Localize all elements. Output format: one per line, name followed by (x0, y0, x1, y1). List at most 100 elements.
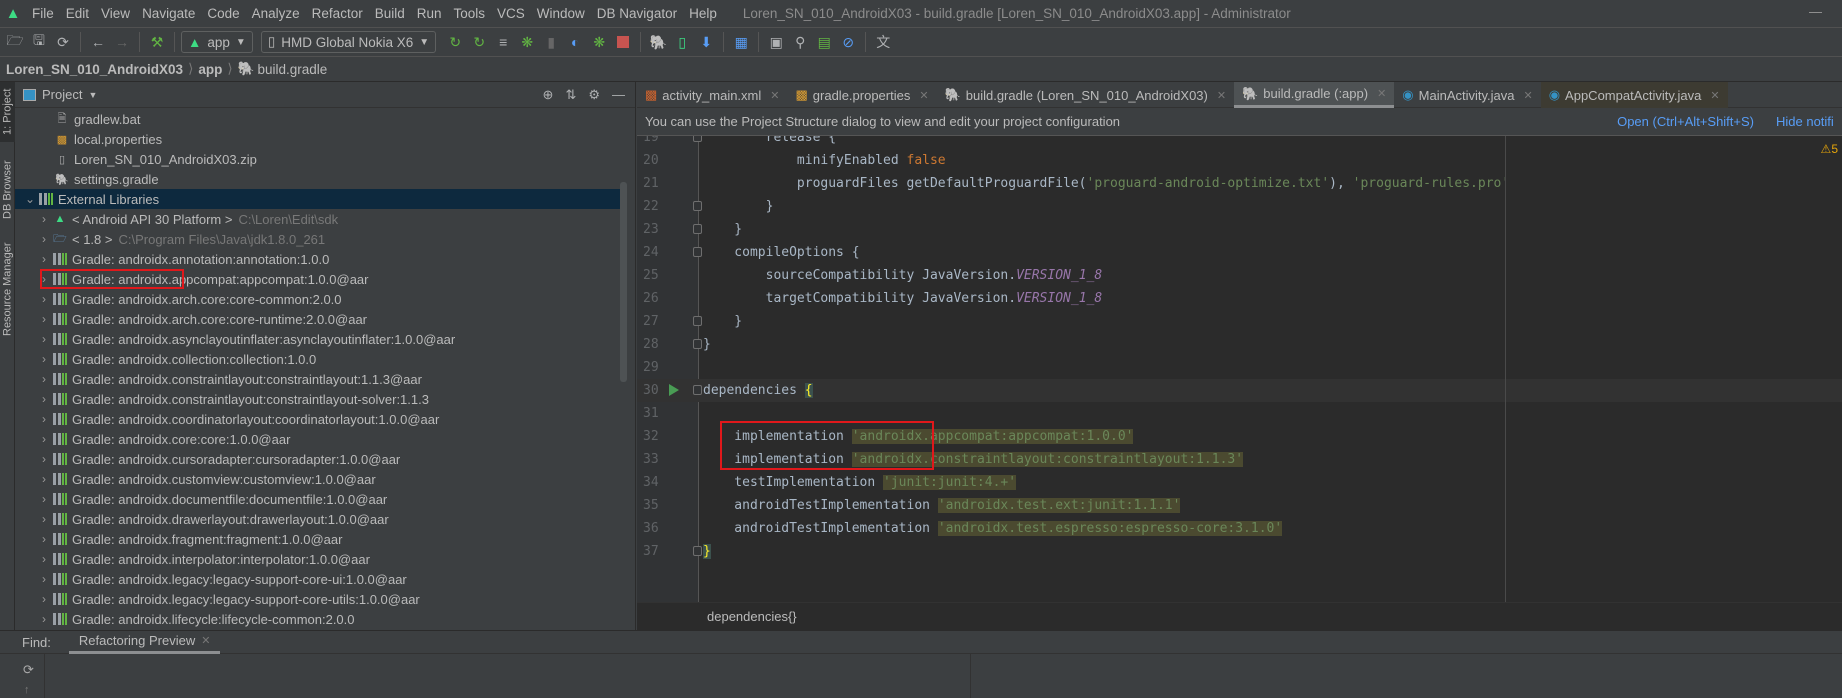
editor-tab[interactable]: 🐘 build.gradle (Loren_SN_010_AndroidX03) ✕ (937, 82, 1235, 108)
tree-item[interactable]: › Gradle: androidx.arch.core:core-runtime… (15, 309, 621, 329)
chevron-right-icon[interactable]: › (37, 512, 51, 526)
tree-item[interactable]: › Gradle: androidx.fragment:fragment:1.0.… (15, 529, 621, 549)
tree-item[interactable]: › Gradle: androidx.appcompat:appcompat:1.… (15, 269, 621, 289)
editor-tab[interactable]: ▩ activity_main.xml ✕ (637, 82, 787, 108)
project-scrollbar[interactable] (620, 182, 627, 382)
gradle-sync-icon[interactable]: 🐘 (647, 31, 669, 53)
search-icon[interactable]: ⚲ (789, 31, 811, 53)
menu-tools[interactable]: Tools (448, 6, 492, 21)
run-gutter-icon[interactable] (669, 384, 679, 396)
breadcrumb-file[interactable]: build.gradle (257, 62, 327, 77)
tree-item[interactable]: › 🗁 < 1.8 > C:\Program Files\Java\jdk1.8.0_… (15, 229, 621, 249)
tree-item[interactable]: › Gradle: androidx.constraintlayout:const… (15, 369, 621, 389)
fold-marker-icon[interactable] (693, 201, 702, 211)
project-view-select[interactable]: Project (42, 87, 82, 102)
editor-breadcrumb-item[interactable]: dependencies{} (707, 609, 797, 624)
chevron-right-icon[interactable]: › (37, 212, 51, 226)
warning-indicator[interactable]: ⚠5 (1821, 142, 1838, 156)
tree-item[interactable]: › Gradle: androidx.legacy:legacy-support-… (15, 569, 621, 589)
tree-item[interactable]: › Gradle: androidx.lifecycle:lifecycle-co… (15, 609, 621, 629)
sync-icon[interactable]: ⟳ (52, 31, 74, 53)
chevron-right-icon[interactable]: › (37, 292, 51, 306)
fold-marker-icon[interactable] (693, 224, 702, 234)
tree-item[interactable]: › ▲ < Android API 30 Platform > C:\Loren\Ed… (15, 209, 621, 229)
chevron-right-icon[interactable]: › (37, 372, 51, 386)
fold-marker-icon[interactable] (693, 247, 702, 257)
close-icon[interactable]: ✕ (919, 89, 928, 102)
save-icon[interactable]: 🖫 (28, 31, 50, 53)
translate-icon[interactable]: 文 (872, 31, 894, 53)
tool-tab-resource-manager[interactable]: Resource Manager (0, 234, 15, 344)
tree-item[interactable]: › Gradle: androidx.coordinatorlayout:coor… (15, 409, 621, 429)
apply-changes-icon[interactable]: ↻ (444, 31, 466, 53)
editor-tab[interactable]: ◉ MainActivity.java ✕ (1394, 82, 1540, 108)
menu-code[interactable]: Code (201, 6, 245, 21)
make-project-icon[interactable]: ⚒ (146, 31, 168, 53)
breadcrumb-module[interactable]: app (198, 62, 222, 77)
chevron-right-icon[interactable]: › (37, 392, 51, 406)
attach-debugger-icon[interactable]: ❋ (588, 31, 610, 53)
chevron-right-icon[interactable]: › (37, 472, 51, 486)
close-icon[interactable]: ✕ (1217, 89, 1226, 102)
tree-item[interactable]: › Gradle: androidx.annotation:annotation:… (15, 249, 621, 269)
chevron-right-icon[interactable]: › (37, 492, 51, 506)
tree-item[interactable]: ▯ Loren_SN_010_AndroidX03.zip (15, 149, 621, 169)
chevron-right-icon[interactable]: › (37, 352, 51, 366)
hide-notification-link[interactable]: Hide notifi (1776, 114, 1842, 129)
tree-item[interactable]: 🗎 gradlew.bat (15, 109, 621, 129)
chevron-right-icon[interactable]: › (37, 272, 51, 286)
chevron-down-icon[interactable]: ⌄ (23, 192, 37, 206)
tree-item[interactable]: › Gradle: androidx.core:core:1.0.0@aar (15, 429, 621, 449)
tree-item[interactable]: › Gradle: androidx.collection:collection:… (15, 349, 621, 369)
chevron-right-icon[interactable]: › (37, 552, 51, 566)
close-icon[interactable]: ✕ (201, 634, 210, 647)
menu-vcs[interactable]: VCS (491, 6, 531, 21)
tree-item[interactable]: ▩ local.properties (15, 129, 621, 149)
stop-icon[interactable] (612, 31, 634, 53)
editor-tab[interactable]: 🐘 build.gradle (:app) ✕ (1234, 82, 1395, 108)
chevron-right-icon[interactable]: › (37, 572, 51, 586)
tree-item[interactable]: › Gradle: androidx.asynclayoutinflater:as… (15, 329, 621, 349)
chevron-down-icon[interactable]: ▼ (88, 90, 97, 100)
tree-item[interactable]: 🐘 settings.gradle (15, 169, 621, 189)
fold-marker-icon[interactable] (693, 546, 702, 556)
chevron-right-icon[interactable]: › (37, 312, 51, 326)
fold-marker-icon[interactable] (693, 339, 702, 349)
tree-item[interactable]: › Gradle: androidx.interpolator:interpola… (15, 549, 621, 569)
chevron-right-icon[interactable]: › (37, 592, 51, 606)
editor-tab[interactable]: ◉ AppCompatActivity.java ✕ (1540, 82, 1728, 108)
run-config-select[interactable]: ▲ app ▼ (181, 31, 253, 53)
close-icon[interactable]: ✕ (1523, 89, 1532, 102)
breadcrumb-project[interactable]: Loren_SN_010_AndroidX03 (6, 62, 183, 77)
tree-item[interactable]: › Gradle: androidx.constraintlayout:const… (15, 389, 621, 409)
open-folder-icon[interactable]: 🗁 (4, 31, 26, 53)
debug-icon[interactable]: ❋ (516, 31, 538, 53)
menu-navigate[interactable]: Navigate (136, 6, 201, 21)
code-editor[interactable]: 19 release {20 minifyEnabled false 21 pro… (637, 136, 1842, 602)
tree-item[interactable]: ⌄ External Libraries (15, 189, 621, 209)
sdk-manager-icon[interactable]: ⬇ (695, 31, 717, 53)
chevron-right-icon[interactable]: › (37, 232, 51, 246)
device-select[interactable]: ▯ HMD Global Nokia X6 ▼ (260, 31, 437, 53)
chevron-right-icon[interactable]: › (37, 252, 51, 266)
collapse-all-icon[interactable]: ⇅ (565, 87, 576, 103)
no-entry-icon[interactable]: ⊘ (837, 31, 859, 53)
menu-file[interactable]: File (26, 6, 60, 21)
close-icon[interactable]: ✕ (770, 89, 779, 102)
locate-icon[interactable]: ⊕ (543, 87, 554, 103)
forward-icon[interactable]: → (111, 31, 133, 53)
fold-marker-icon[interactable] (693, 385, 702, 395)
chevron-right-icon[interactable]: › (37, 412, 51, 426)
gear-icon[interactable]: ⚙ (588, 87, 600, 103)
menu-build[interactable]: Build (369, 6, 411, 21)
menu-refactor[interactable]: Refactor (306, 6, 369, 21)
menu-view[interactable]: View (95, 6, 136, 21)
close-icon[interactable]: ✕ (1377, 87, 1386, 100)
menu-window[interactable]: Window (531, 6, 591, 21)
chevron-right-icon[interactable]: › (37, 452, 51, 466)
run-icon[interactable]: ≡ (492, 31, 514, 53)
tool-tab-project[interactable]: 1: Project (0, 82, 15, 142)
close-icon[interactable]: ✕ (1710, 89, 1719, 102)
profile-icon[interactable]: ◐ (564, 31, 586, 53)
up-arrow-icon[interactable]: ↑ (24, 684, 30, 696)
